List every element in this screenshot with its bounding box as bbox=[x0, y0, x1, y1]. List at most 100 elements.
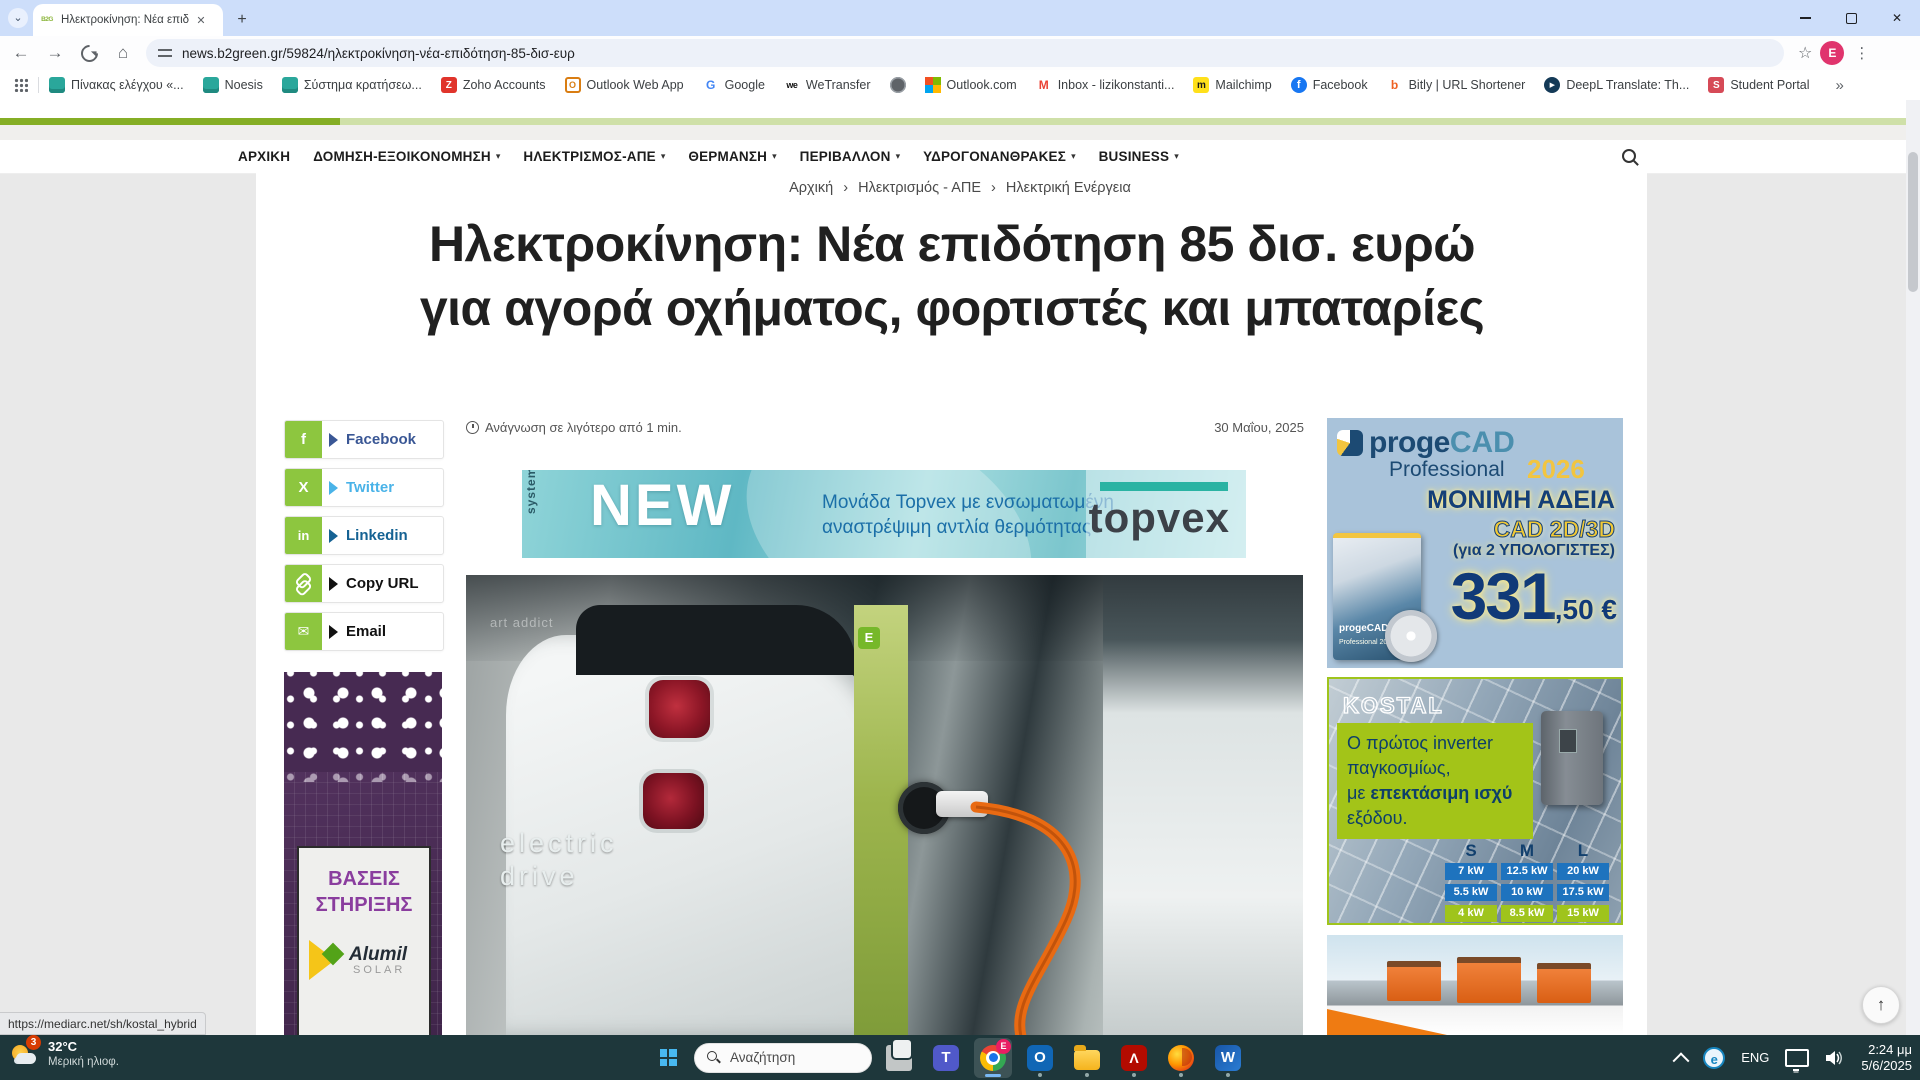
bookmark-item[interactable]: Inbox - lizikonstanti... bbox=[1036, 77, 1175, 93]
bookmark-item[interactable]: Bitly | URL Shortener bbox=[1387, 77, 1526, 93]
tray-chevron-icon[interactable] bbox=[1673, 1052, 1690, 1069]
scrollbar-thumb[interactable] bbox=[1908, 152, 1918, 292]
browser-menu-icon[interactable]: ⋮ bbox=[1854, 44, 1869, 62]
kw-cell: 7 kW bbox=[1445, 863, 1497, 880]
bookmark-item[interactable]: WeTransfer bbox=[784, 77, 871, 93]
share-twitter-button[interactable]: Twitter bbox=[284, 468, 444, 507]
reading-time: Ανάγνωση σε λιγότερο από 1 min. bbox=[485, 420, 682, 435]
bookmark-item[interactable]: Σύστημα κρατήσεω... bbox=[282, 77, 422, 93]
bookmark-item[interactable]: Zoho Accounts bbox=[441, 77, 546, 93]
topvex-banner-ad[interactable]: systemair NEW Μονάδα Topvex με ενσωματωμ… bbox=[522, 470, 1246, 558]
nav-item-label: ΥΔΡΟΓΟΝΑΝΘΡΑΚΕΣ bbox=[923, 149, 1066, 164]
windows-icon bbox=[660, 1049, 677, 1066]
display-icon[interactable] bbox=[1785, 1049, 1809, 1067]
nav-item-θερμανση[interactable]: ΘΕΡΜΑΝΣΗ▾ bbox=[688, 149, 776, 164]
bookmark-item[interactable]: Noesis bbox=[203, 77, 263, 93]
taskbar-firefox-button[interactable] bbox=[1162, 1038, 1200, 1078]
nav-item-business[interactable]: BUSINESS▾ bbox=[1099, 149, 1179, 164]
photo-watermark: art addict bbox=[490, 615, 553, 630]
language-indicator[interactable]: ENG bbox=[1741, 1050, 1769, 1065]
window-close-button[interactable] bbox=[1874, 0, 1920, 36]
progecad-year: 2026 bbox=[1527, 454, 1585, 485]
nav-item-δομηση-εξοικονομηση[interactable]: ΔΟΜΗΣΗ-ΕΞΟΙΚΟΝΟΜΗΣΗ▾ bbox=[313, 149, 500, 164]
reload-icon[interactable] bbox=[76, 40, 102, 66]
taskbar-teams-button[interactable] bbox=[927, 1038, 965, 1078]
share-label: Copy URL bbox=[346, 575, 419, 592]
browser-tab[interactable]: B2G Ηλεκτροκίνηση: Νέα επιδότησ ✕ bbox=[33, 4, 223, 36]
tab-close-icon[interactable]: ✕ bbox=[193, 14, 209, 27]
home-icon[interactable]: ⌂ bbox=[110, 40, 136, 66]
taskbar-chrome-button[interactable]: E bbox=[974, 1038, 1012, 1078]
kw-cell: 10 kW bbox=[1501, 884, 1553, 901]
owa-icon bbox=[565, 77, 581, 93]
bookmark-item[interactable]: Mailchimp bbox=[1193, 77, 1271, 93]
scrollbar[interactable] bbox=[1906, 100, 1920, 1035]
site-nav-list: ΑΡΧΙΚΗ ΔΟΜΗΣΗ-ΕΞΟΙΚΟΝΟΜΗΣΗ▾ ΗΛΕΚΤΡΙΣΜΟΣ-ΑΠ… bbox=[238, 140, 1179, 173]
taskbar-acrobat-button[interactable] bbox=[1115, 1038, 1153, 1078]
arrow-icon bbox=[329, 577, 338, 591]
student-icon bbox=[1708, 77, 1724, 93]
taskbar-search-input[interactable]: Αναζήτηση bbox=[694, 1043, 872, 1073]
taskbar-clock[interactable]: 2:24 μμ 5/6/2025 bbox=[1861, 1042, 1912, 1074]
back-icon[interactable]: ← bbox=[8, 40, 34, 66]
bitly-icon bbox=[1387, 77, 1403, 93]
rooftop-units-ad[interactable] bbox=[1327, 935, 1623, 1035]
forward-icon[interactable]: → bbox=[42, 40, 68, 66]
site-info-icon[interactable] bbox=[158, 48, 172, 58]
apps-grid-icon[interactable] bbox=[14, 78, 28, 92]
bookmark-item[interactable]: Πίνακας ελέγχου «... bbox=[49, 77, 184, 93]
bookmark-item[interactable]: Outlook Web App bbox=[565, 77, 684, 93]
bookmark-item[interactable]: Outlook.com bbox=[925, 77, 1017, 93]
kostal-ad[interactable]: KOSTAL Ο πρώτος inverter παγκοσμίως, με … bbox=[1327, 677, 1623, 925]
profile-avatar[interactable]: E bbox=[1820, 41, 1844, 65]
nav-item-υδρογονανθρακες[interactable]: ΥΔΡΟΓΟΝΑΝΘΡΑΚΕΣ▾ bbox=[923, 149, 1076, 164]
browser-titlebar: ⌄ B2G Ηλεκτροκίνηση: Νέα επιδότησ ✕ + bbox=[0, 0, 1920, 36]
weather-condition: Μερική ηλιοφ. bbox=[48, 1055, 119, 1069]
bookmarks-overflow-icon[interactable]: » bbox=[1836, 77, 1844, 94]
taskbar-task-view-button[interactable] bbox=[880, 1038, 918, 1078]
address-bar[interactable]: news.b2green.gr/59824/ηλεκτροκίνηση-νέα-… bbox=[146, 39, 1784, 67]
taskbar-word-button[interactable] bbox=[1209, 1038, 1247, 1078]
bookmark-item[interactable]: Student Portal bbox=[1708, 77, 1809, 93]
nav-item-ηλεκτρισμος-απε[interactable]: ΗΛΕΚΤΡΙΣΜΟΣ-ΑΠΕ▾ bbox=[523, 149, 665, 164]
bookmark-item[interactable]: Google bbox=[703, 77, 765, 93]
alumil-ad[interactable]: ΒΑΣΕΙΣ ΣΤΗΡΙΞΗΣ Alumil SOLAR bbox=[284, 672, 442, 1035]
new-tab-button[interactable]: + bbox=[232, 10, 252, 30]
nav-item-περιβαλλον[interactable]: ΠΕΡΙΒΑΛΛΟΝ▾ bbox=[800, 149, 900, 164]
taskbar-weather-widget[interactable]: 3 32°C Μερική ηλιοφ. bbox=[10, 1039, 119, 1069]
microsoft-icon bbox=[925, 77, 941, 93]
google-icon bbox=[703, 77, 719, 93]
outlook-icon bbox=[1027, 1045, 1053, 1071]
nav-item-αρχικη[interactable]: ΑΡΧΙΚΗ bbox=[238, 149, 290, 164]
back-to-top-button[interactable]: ↑ bbox=[1862, 986, 1900, 1024]
eset-icon[interactable]: e bbox=[1703, 1047, 1725, 1069]
share-linkedin-button[interactable]: Linkedin bbox=[284, 516, 444, 555]
breadcrumb-section[interactable]: Ηλεκτρισμός - ΑΠΕ bbox=[858, 180, 981, 196]
share-email-button[interactable]: Email bbox=[284, 612, 444, 651]
window-minimize-button[interactable] bbox=[1782, 0, 1828, 36]
bookmark-item[interactable] bbox=[890, 77, 906, 93]
bookmark-item[interactable]: DeepL Translate: Th... bbox=[1544, 77, 1689, 93]
bookmark-star-icon[interactable]: ☆ bbox=[1798, 43, 1812, 63]
running-indicator bbox=[1085, 1073, 1089, 1077]
bookmark-item[interactable]: Facebook bbox=[1291, 77, 1368, 93]
photo-caption: electric drive bbox=[500, 827, 618, 893]
share-facebook-button[interactable]: Facebook bbox=[284, 420, 444, 459]
taskbar-file-explorer-button[interactable] bbox=[1068, 1038, 1106, 1078]
breadcrumb-home[interactable]: Αρχική bbox=[789, 180, 833, 196]
start-button[interactable] bbox=[650, 1040, 686, 1076]
tab-list-chevron-button[interactable]: ⌄ bbox=[8, 8, 28, 28]
progecad-ad[interactable]: proge CAD Professional 2026 ΜΟΝΙΜΗ ΑΔΕΙΑ… bbox=[1327, 418, 1623, 668]
taskbar-outlook-button[interactable] bbox=[1021, 1038, 1059, 1078]
volume-icon[interactable] bbox=[1825, 1049, 1845, 1067]
kw-cell: 17.5 kW bbox=[1557, 884, 1609, 901]
bookmarks-bar: Πίνακας ελέγχου «... Noesis Σύστημα κρατήσ… bbox=[0, 70, 1920, 101]
kw-cell: 4 kW bbox=[1445, 905, 1497, 922]
breadcrumb-page[interactable]: Ηλεκτρική Ενέργεια bbox=[1006, 180, 1131, 196]
facebook-icon bbox=[285, 421, 322, 458]
window-restore-button[interactable] bbox=[1828, 0, 1874, 36]
topvex-headline: NEW bbox=[590, 472, 734, 539]
ad-logo-wedge bbox=[1327, 1009, 1447, 1035]
search-icon[interactable] bbox=[1620, 147, 1640, 167]
share-copy-url-button[interactable]: Copy URL bbox=[284, 564, 444, 603]
